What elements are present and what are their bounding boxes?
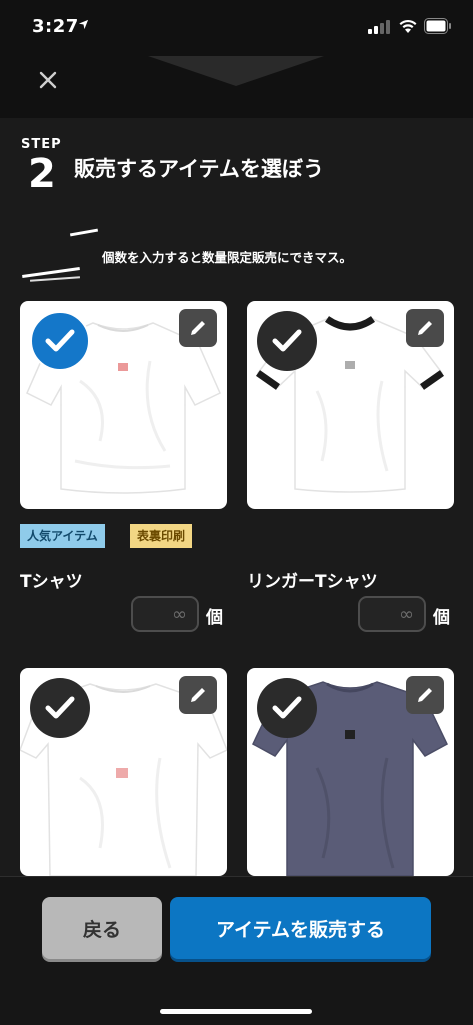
edit-button[interactable] [406,309,444,347]
step-number: 2 [28,151,56,197]
pencil-icon [418,321,432,335]
unselected-check-badge[interactable] [257,311,317,371]
edit-button[interactable] [179,309,217,347]
item-card-tshirt[interactable] [20,301,227,509]
pencil-icon [191,688,205,702]
checkmark-icon [45,329,75,352]
double-sided-print-tag: 表裏印刷 [130,524,193,548]
speech-decoration-line [69,228,99,237]
item-card[interactable] [20,668,227,876]
step-label: STEP [21,137,62,152]
page-title: 販売するアイテムを選ぼう [74,157,324,181]
close-icon [39,71,57,89]
header-decoration [148,56,324,86]
item-name-ringer-tshirt: リンガーTシャツ [247,572,378,592]
status-bar: 3:27 [0,0,473,56]
battery-icon [424,18,451,34]
wifi-icon [399,19,417,33]
checkmark-icon [45,696,75,719]
edit-button[interactable] [406,676,444,714]
item-card-ringer-tshirt[interactable] [247,301,454,509]
quantity-input[interactable]: ∞ [131,596,199,632]
instruction-text: 個数を入力すると数量限定販売にできマス。 [102,250,353,265]
location-arrow-icon [78,19,89,30]
quantity-unit: 個 [206,608,223,628]
unselected-check-badge[interactable] [30,678,90,738]
quantity-input[interactable]: ∞ [358,596,426,632]
quantity-unit: 個 [433,608,450,628]
checkmark-icon [272,696,302,719]
pencil-icon [191,321,205,335]
popular-item-tag: 人気アイテム [20,524,105,548]
sell-item-button[interactable]: アイテムを販売する [170,897,431,959]
back-button[interactable]: 戻る [42,897,162,959]
speech-decoration-line [29,276,81,282]
selected-check-badge[interactable] [30,311,90,371]
status-time: 3:27 [32,16,79,37]
checkmark-icon [272,329,302,352]
pencil-icon [418,688,432,702]
item-name-tshirt: Tシャツ [20,572,83,592]
unselected-check-badge[interactable] [257,678,317,738]
close-button[interactable] [30,66,66,94]
item-card[interactable] [247,668,454,876]
home-indicator[interactable] [160,1009,312,1014]
edit-button[interactable] [179,676,217,714]
cellular-signal-icon [368,20,390,34]
